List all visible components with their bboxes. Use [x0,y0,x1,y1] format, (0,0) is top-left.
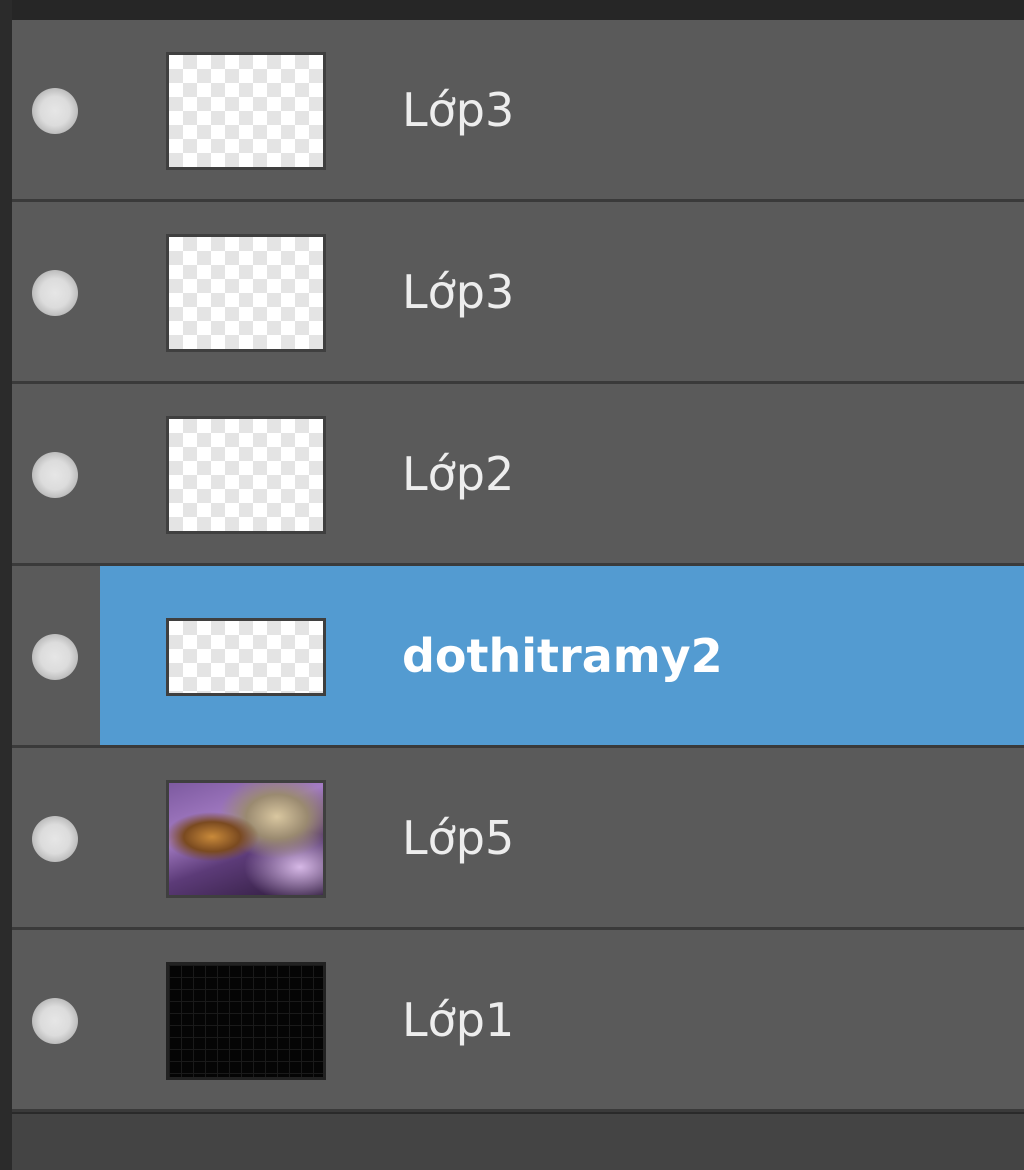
visibility-dot-icon[interactable] [32,998,78,1044]
layer-row[interactable]: Lớp3 [12,20,1024,202]
panel-empty-area [12,1114,1024,1170]
layer-row[interactable]: Lớp3 [12,202,1024,384]
layer-thumbnail-photo [166,780,326,898]
panel-left-border [0,0,12,1170]
layer-thumbnail-black [166,962,326,1080]
layer-name: Lớp5 [402,811,515,865]
panel-top-border [0,0,1024,20]
layer-thumbnail [166,416,326,534]
visibility-dot-icon[interactable] [32,634,78,680]
layer-name: Lớp3 [402,83,515,137]
layer-thumbnail [166,234,326,352]
layer-row-selected[interactable]: dothitramy2 [12,566,1024,748]
visibility-dot-icon[interactable] [32,270,78,316]
visibility-dot-icon[interactable] [32,816,78,862]
layer-list: Lớp3 Lớp3 Lớp2 dothitramy2 Lớp5 Lớp1 [12,20,1024,1112]
layer-name: Lớp1 [402,993,515,1047]
layer-row[interactable]: Lớp1 [12,930,1024,1112]
layer-thumbnail [166,618,326,696]
visibility-dot-icon[interactable] [32,452,78,498]
layer-name: Lớp2 [402,447,515,501]
layer-name: dothitramy2 [402,629,723,683]
layer-name: Lớp3 [402,265,515,319]
layer-row[interactable]: Lớp5 [12,748,1024,930]
layers-panel: Lớp3 Lớp3 Lớp2 dothitramy2 Lớp5 Lớp1 [0,0,1024,1170]
layer-thumbnail [166,52,326,170]
visibility-dot-icon[interactable] [32,88,78,134]
layer-row[interactable]: Lớp2 [12,384,1024,566]
